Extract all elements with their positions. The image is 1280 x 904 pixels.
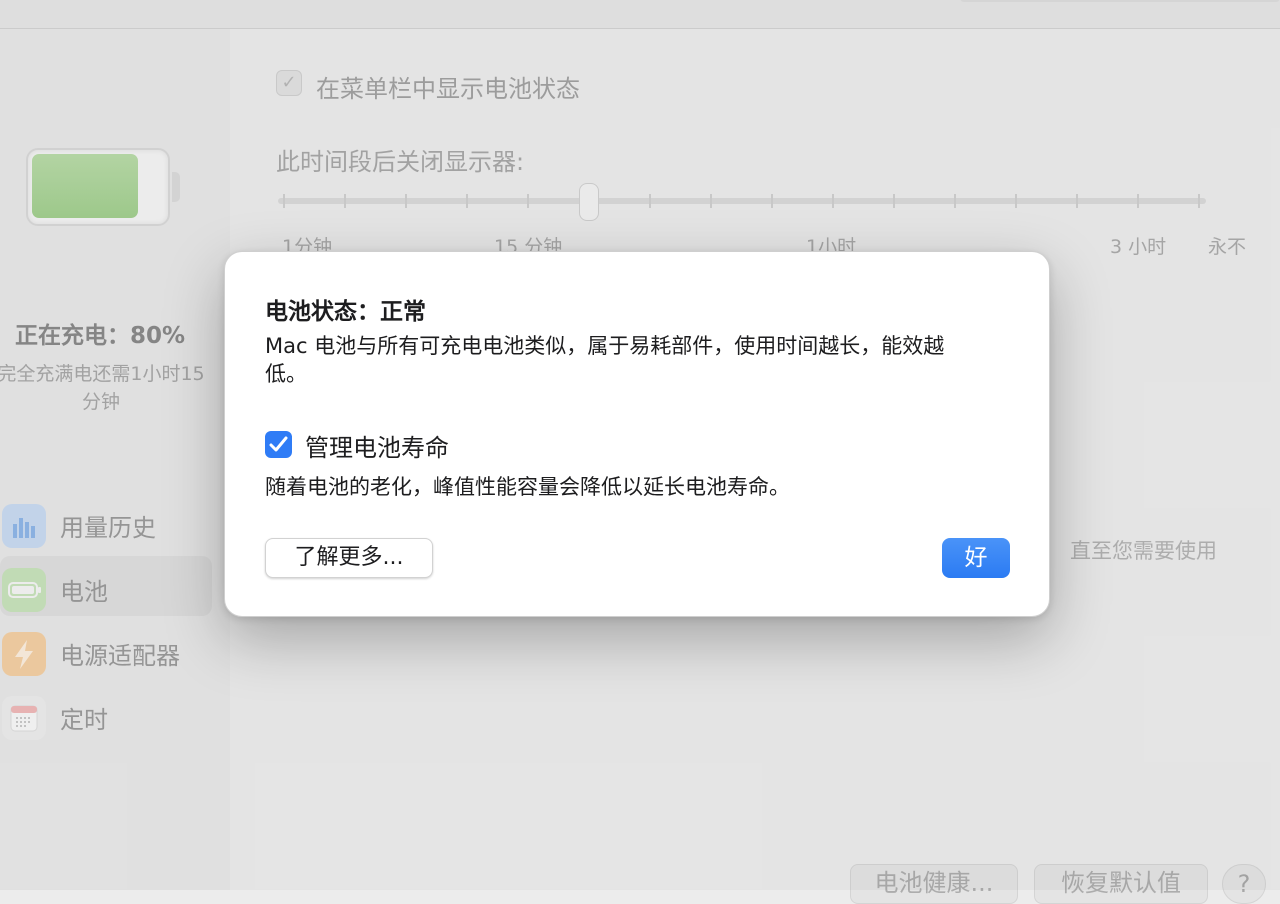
checkmark-icon xyxy=(269,436,288,452)
manage-battery-life-checkbox[interactable] xyxy=(265,431,292,458)
learn-more-button[interactable]: 了解更多... xyxy=(265,538,433,578)
dialog-description: Mac 电池与所有可充电电池类似，属于易耗部件，使用时间越长，能效越低。 xyxy=(265,334,945,386)
battery-status-dialog: 电池状态：正常 Mac 电池与所有可充电电池类似，属于易耗部件，使用时间越长，能… xyxy=(224,251,1050,617)
manage-battery-life-description: 随着电池的老化，峰值性能容量会降低以延长电池寿命。 xyxy=(265,475,790,499)
manage-battery-life-label[interactable]: 管理电池寿命 xyxy=(305,428,449,463)
dialog-title: 电池状态：正常 xyxy=(265,299,426,325)
ok-button[interactable]: 好 xyxy=(942,538,1010,578)
